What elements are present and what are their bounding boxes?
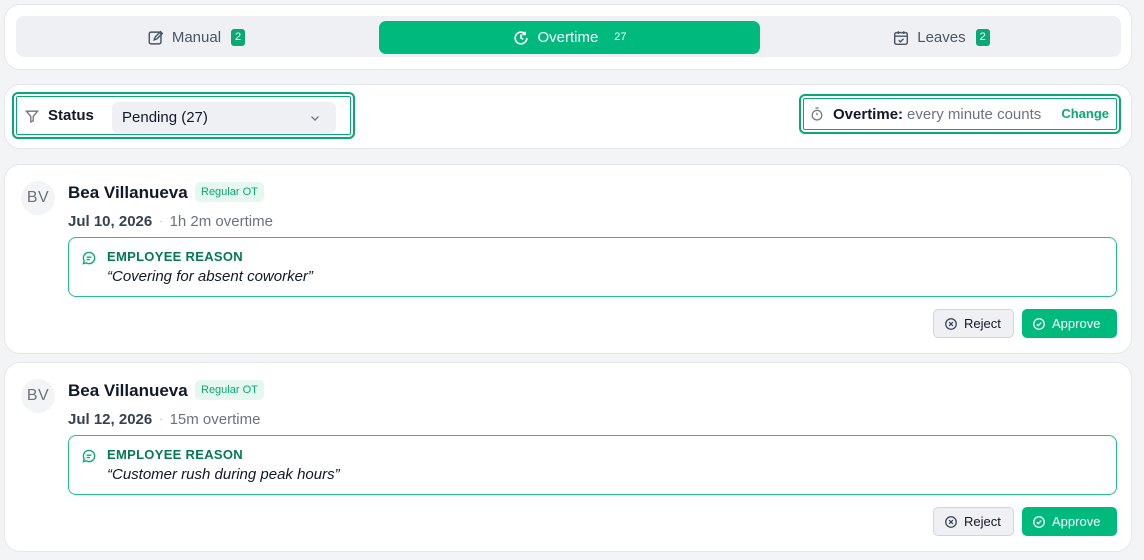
tabs-card: Manual 2 Overtime 27 Leaves 2 [4, 4, 1132, 70]
filter-icon [25, 110, 39, 123]
status-select[interactable]: Pending (27) [112, 102, 336, 133]
ot-type-badge: Regular OT [195, 182, 264, 202]
reason-title: EMPLOYEE REASON [107, 249, 243, 264]
tab-leaves-label: Leaves [917, 29, 966, 46]
ot-type-badge: Regular OT [195, 380, 264, 400]
avatar: BV [21, 181, 55, 215]
x-circle-icon [945, 515, 957, 528]
reject-button[interactable]: Reject [933, 309, 1014, 338]
message-icon [82, 449, 96, 463]
status-filter-label: Status [24, 94, 94, 137]
meta-separator: · [159, 216, 163, 227]
edit-icon [148, 30, 164, 45]
approve-button[interactable]: Approve [1022, 309, 1117, 338]
status-label-text: Status [48, 107, 94, 124]
request-meta: Jul 12, 2026 · 15m overtime [68, 411, 260, 428]
change-link[interactable]: Change [1061, 106, 1109, 121]
employee-reason-box: EMPLOYEE REASON “Customer rush during pe… [68, 435, 1117, 495]
tab-manual-label: Manual [171, 29, 222, 46]
status-select-value: Pending (27) [122, 109, 208, 126]
reason-text: “Covering for absent coworker” [107, 268, 313, 285]
overtime-rule-value: every minute counts [907, 105, 1042, 123]
calendar-icon [894, 30, 909, 45]
chevron-down-icon [311, 116, 319, 121]
meta-separator: · [159, 414, 163, 425]
tab-overtime[interactable]: Overtime 27 [379, 21, 760, 54]
request-date: Jul 12, 2026 [68, 411, 153, 428]
reject-label: Reject [964, 514, 1001, 529]
overtime-duration: 15m overtime [169, 411, 261, 428]
check-circle-icon [1033, 317, 1045, 330]
tab-bar: Manual 2 Overtime 27 Leaves 2 [16, 16, 1121, 57]
approve-label: Approve [1052, 514, 1101, 529]
clock-icon [514, 30, 529, 45]
reason-text: “Customer rush during peak hours” [107, 466, 340, 483]
x-circle-icon [945, 317, 957, 330]
reject-button[interactable]: Reject [933, 507, 1014, 536]
tab-manual[interactable]: Manual 2 [16, 21, 376, 54]
reject-label: Reject [964, 316, 1001, 331]
request-card: BV Bea Villanueva Regular OT Jul 12, 202… [4, 362, 1132, 552]
approve-button[interactable]: Approve [1022, 507, 1117, 536]
overtime-rule: Overtime: every minute counts Change [799, 94, 1121, 134]
filter-bar: Status Pending (27) Overtime: every minu… [4, 84, 1132, 149]
tab-overtime-label: Overtime [537, 29, 599, 46]
tab-leaves-count: 2 [975, 29, 990, 46]
employee-reason-box: EMPLOYEE REASON “Covering for absent cow… [68, 237, 1117, 297]
avatar: BV [21, 379, 55, 413]
tab-overtime-count: 27 [614, 31, 627, 43]
request-date: Jul 10, 2026 [68, 213, 153, 230]
overtime-rule-label: Overtime: [833, 105, 904, 123]
check-circle-icon [1033, 515, 1045, 528]
approve-label: Approve [1052, 316, 1101, 331]
employee-name: Bea Villanueva [68, 183, 188, 202]
message-icon [82, 251, 96, 265]
request-card: BV Bea Villanueva Regular OT Jul 10, 202… [4, 164, 1132, 354]
status-filter: Status Pending (27) [12, 92, 355, 139]
tab-leaves[interactable]: Leaves 2 [761, 21, 1121, 54]
employee-name: Bea Villanueva [68, 381, 188, 400]
overtime-duration: 1h 2m overtime [169, 213, 273, 230]
reason-title: EMPLOYEE REASON [107, 447, 243, 462]
request-meta: Jul 10, 2026 · 1h 2m overtime [68, 213, 273, 230]
tab-manual-count: 2 [231, 29, 246, 46]
stopwatch-icon [811, 107, 823, 121]
